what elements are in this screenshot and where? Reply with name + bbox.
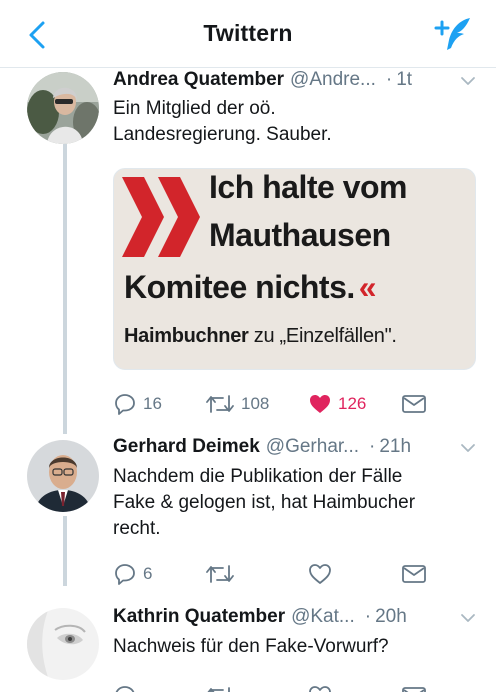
reply-button[interactable]: 16 [113,390,162,418]
tweet-text: Nachdem die Publikation der Fälle Fake &… [113,464,476,542]
reply-count: 6 [143,564,153,583]
tweet-text-line: recht. [113,518,161,539]
direct-message-button[interactable] [401,682,427,692]
image-caption-bold: Haimbuchner [124,325,249,347]
image-text: Komitee nichts. [124,269,355,305]
image-text-line: Ich halte vom [209,169,408,205]
author-handle[interactable]: @Andre... [290,69,376,90]
tweet-text: Nachweis für den Fake-Vorwurf? [113,634,476,660]
tweet-actions: 6 [113,560,483,588]
retweet-button[interactable]: 108 [205,390,269,418]
envelope-icon [402,395,426,413]
image-caption-rest: zu „Einzelfällen". [248,325,397,347]
envelope-icon [402,565,426,583]
avatar[interactable] [27,440,99,512]
image-quote-mark: « [358,269,377,305]
conversation-timeline[interactable]: Andrea Quatember @Andre... · 1t Ein Mitglie… [0,68,496,692]
chevron-down-icon[interactable] [458,438,478,458]
tweet[interactable]: Kathrin Quatember @Kat... · 20h Nachweis fü… [0,602,496,692]
tweet-actions: 16 108 126 [113,390,483,418]
tweet-text-line: Nachdem die Publikation der Fälle [113,466,403,487]
direct-message-button[interactable] [401,390,427,418]
tweet-header: Kathrin Quatember @Kat... · 20h [113,606,478,630]
chevron-down-icon[interactable] [458,71,478,91]
tweet-text-line: Ein Mitglied der oö. [113,98,276,119]
retweet-icon [207,687,230,692]
reply-count: 16 [143,394,162,413]
compose-tweet-button[interactable] [434,14,472,54]
like-button[interactable] [308,560,338,588]
red-chevrons-graphic [122,177,200,257]
like-button[interactable]: 126 [308,390,366,418]
image-text-line: Mauthausen [209,217,391,253]
tweet-text-line: Nachweis für den Fake-Vorwurf? [113,636,389,657]
avatar[interactable] [27,608,99,680]
timestamp[interactable]: 1t [396,69,412,90]
tweet[interactable]: Gerhard Deimek @Gerhar... · 21h Nachdem die… [0,432,496,602]
tweet-text-line: Fake & gelogen ist, hat Haimbucher [113,492,416,513]
like-count: 126 [338,394,367,413]
tweet-header: Gerhard Deimek @Gerhar... · 21h [113,436,478,460]
author-handle[interactable]: @Gerhar... [266,436,359,457]
compose-tweet-icon [434,18,470,50]
page-title: Twittern [203,20,293,46]
retweet-icon [206,395,234,413]
author-name[interactable]: Andrea Quatember [113,69,284,90]
image-text-line: Komitee nichts. « [124,269,377,306]
heart-outline-icon [309,686,331,692]
image-caption: Haimbuchner zu „Einzelfällen". [124,325,397,348]
retweet-button[interactable] [205,682,235,692]
timestamp[interactable]: 21h [379,436,411,457]
separator-dot: · [385,69,393,90]
avatar[interactable] [27,72,99,144]
like-button[interactable] [308,682,332,692]
author-handle[interactable]: @Kat... [291,606,355,627]
tweet-text-line: Landesregierung. Sauber. [113,124,332,145]
timestamp[interactable]: 20h [375,606,407,627]
tweet-text: Ein Mitglied der oö. Landesregierung. Sa… [113,96,476,148]
author-name[interactable]: Gerhard Deimek [113,436,260,457]
tweet-image[interactable]: Ich halte vom Mauthausen Komitee nichts.… [113,168,476,370]
retweet-count: 108 [241,394,270,413]
heart-outline-icon [309,564,331,584]
reply-icon [115,394,135,415]
author-name[interactable]: Kathrin Quatember [113,606,285,627]
retweet-icon [206,565,234,583]
chevron-down-icon[interactable] [458,608,478,628]
reply-button[interactable] [113,682,137,692]
reply-icon [115,686,135,692]
envelope-icon [402,687,426,692]
reply-icon [115,564,135,585]
direct-message-button[interactable] [401,560,427,588]
navigation-bar: Twittern [0,0,496,68]
heart-filled-icon [310,395,330,413]
reply-button[interactable]: 6 [113,560,152,588]
tweet-header: Andrea Quatember @Andre... · 1t [113,69,478,93]
tweet[interactable]: Andrea Quatember @Andre... · 1t Ein Mitglie… [0,68,496,432]
separator-dot: · [364,606,372,627]
tweet-actions [113,682,483,692]
separator-dot: · [369,436,376,457]
retweet-button[interactable] [205,560,241,588]
